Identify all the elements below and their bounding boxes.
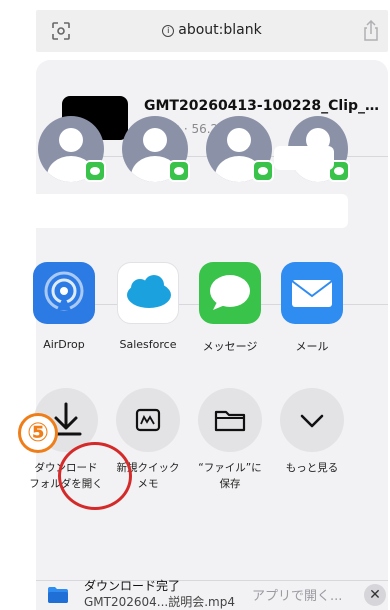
app-mail[interactable]: メール xyxy=(272,262,352,354)
messages-badge-icon xyxy=(168,160,190,182)
redacted-contact-names xyxy=(28,194,348,228)
action-label: もっと見る xyxy=(285,462,339,474)
chevron-down-icon xyxy=(280,388,344,452)
step-number-badge: ⑤ xyxy=(18,413,58,453)
app-label: AirDrop xyxy=(43,338,85,351)
salesforce-icon xyxy=(117,262,179,324)
app-label: メッセージ xyxy=(202,340,258,353)
contact-suggestion[interactable] xyxy=(122,116,190,182)
open-in-app-button[interactable]: アプリで開く... xyxy=(252,585,342,604)
quick-note-icon xyxy=(116,388,180,452)
folder-icon xyxy=(198,388,262,452)
action-label: 保存 xyxy=(219,478,241,490)
messages-badge-icon xyxy=(252,160,274,182)
folder-icon xyxy=(48,587,68,603)
download-complete-bar: ダウンロード完了 GMT202604...説明会.mp4 アプリで開く... ✕ xyxy=(36,579,388,610)
action-label: メモ xyxy=(137,478,159,490)
contacts-row xyxy=(24,116,350,266)
download-filename: GMT202604...説明会.mp4 xyxy=(84,595,235,609)
close-icon[interactable]: ✕ xyxy=(364,584,386,606)
url-label: about:blank xyxy=(178,22,262,38)
airdrop-icon xyxy=(33,262,95,324)
redacted-avatar xyxy=(274,146,334,170)
action-more[interactable]: もっと見る xyxy=(270,388,354,476)
app-messages[interactable]: メッセージ xyxy=(190,262,270,354)
mail-icon xyxy=(281,262,343,324)
info-icon: i xyxy=(162,25,175,37)
app-salesforce[interactable]: Salesforce xyxy=(108,262,188,351)
share-icon[interactable] xyxy=(362,20,380,42)
contact-suggestion[interactable] xyxy=(206,116,274,182)
app-label: Salesforce xyxy=(119,338,177,351)
app-airdrop[interactable]: AirDrop xyxy=(24,262,104,351)
contact-suggestion[interactable] xyxy=(38,116,106,182)
messages-badge-icon xyxy=(84,160,106,182)
address-bar[interactable]: i about:blank xyxy=(36,10,388,52)
url-text[interactable]: i about:blank xyxy=(36,22,388,38)
file-name: GMT20260413-100228_Clip_… xyxy=(144,98,380,114)
messages-icon xyxy=(199,262,261,324)
action-save-to-files[interactable]: “ファイル”に 保存 xyxy=(188,388,272,492)
highlight-circle xyxy=(58,442,132,510)
download-title: ダウンロード完了 xyxy=(84,579,181,593)
apps-row: AirDrop Salesforce メッセージ メール xyxy=(24,262,344,354)
action-label: “ファイル”に xyxy=(198,462,262,474)
app-label: メール xyxy=(295,340,329,353)
